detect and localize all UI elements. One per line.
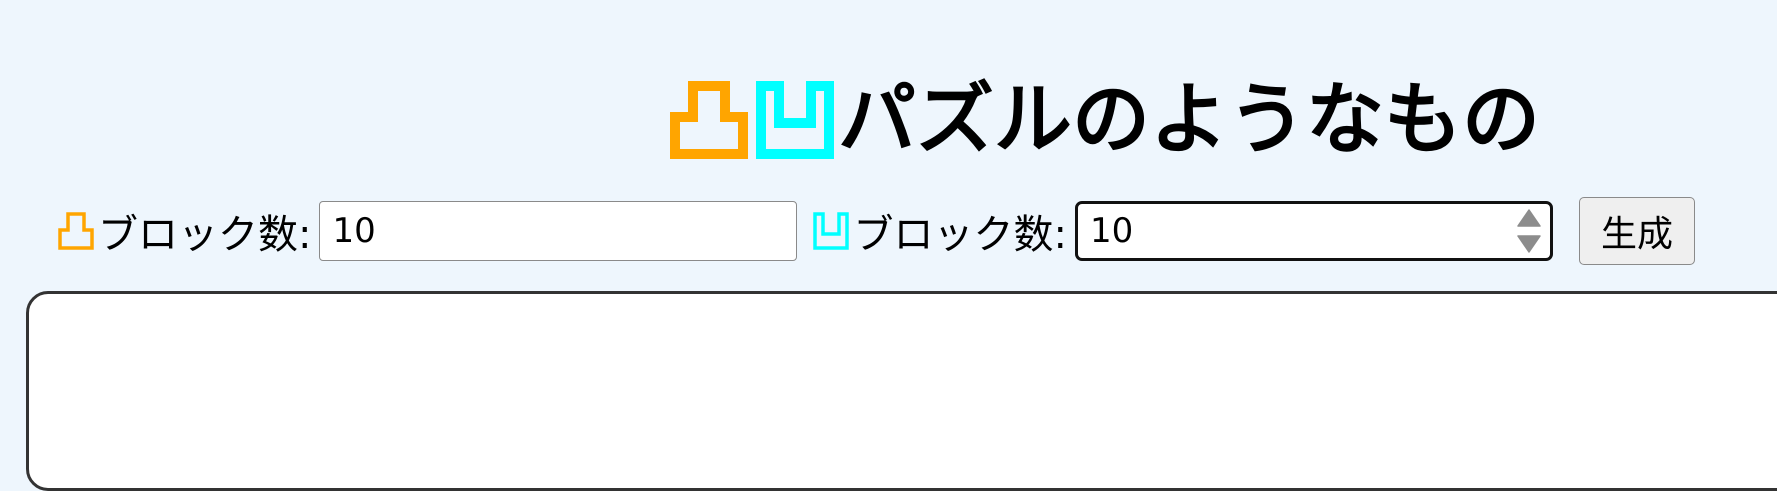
puzzle-board[interactable] xyxy=(26,291,1777,491)
triangle-up-icon[interactable] xyxy=(1517,209,1541,227)
convex-block-icon xyxy=(58,212,94,250)
concave-count-label: ブロック数: xyxy=(853,212,1067,258)
concave-block-icon xyxy=(756,81,834,160)
title-text: パズルのようなもの xyxy=(838,75,1541,166)
convex-block-icon xyxy=(670,81,748,160)
controls-bar: ブロック数: ブロック数: 生成 xyxy=(58,196,1695,266)
concave-count-field xyxy=(1074,201,1553,261)
convex-count-input[interactable] xyxy=(319,201,798,261)
page-title: パズルのようなもの xyxy=(670,70,1540,170)
concave-block-icon xyxy=(813,212,850,250)
number-stepper[interactable] xyxy=(1517,209,1541,253)
generate-button[interactable]: 生成 xyxy=(1578,197,1695,265)
triangle-down-icon[interactable] xyxy=(1517,235,1541,253)
concave-count-input[interactable] xyxy=(1074,201,1553,261)
convex-count-label: ブロック数: xyxy=(98,212,312,258)
